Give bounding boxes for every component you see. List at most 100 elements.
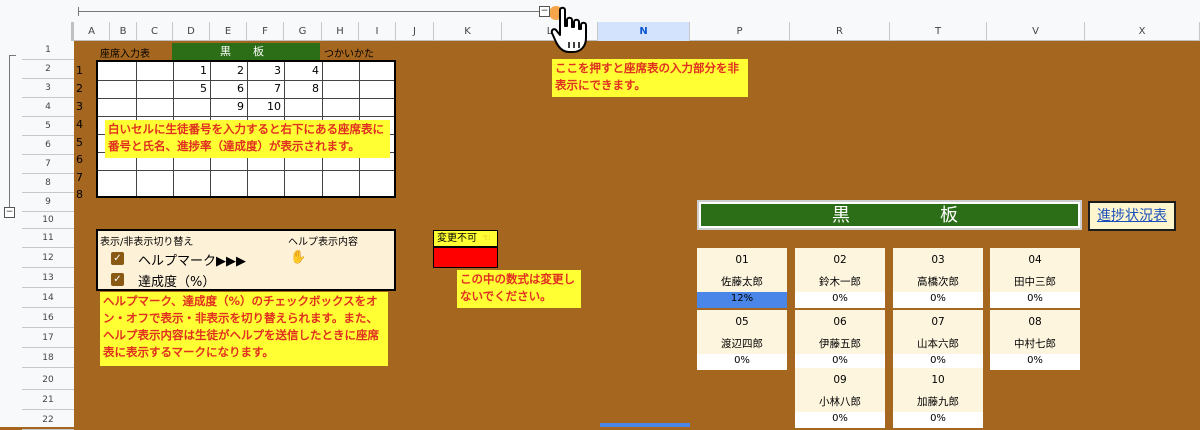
row-header-4[interactable]: 4 bbox=[22, 98, 74, 117]
seat-cell[interactable]: 4 bbox=[289, 64, 319, 77]
seat-cell[interactable]: 3 bbox=[251, 64, 281, 77]
row-header-9[interactable]: 9 bbox=[22, 193, 74, 212]
column-header-n[interactable]: N bbox=[598, 22, 690, 41]
blackboard-label: 黒 板 bbox=[832, 205, 958, 226]
seat-number: 07 bbox=[931, 316, 945, 328]
achievement-percent: 0% bbox=[832, 355, 848, 366]
student-name: 加藤九郎 bbox=[917, 396, 959, 408]
formula-warning-cell[interactable]: 変更不可 ☜ bbox=[433, 230, 498, 247]
seat-cell[interactable]: 8 bbox=[289, 82, 319, 95]
hand-icon: ☜ bbox=[482, 233, 491, 244]
student-name: 伊藤五郎 bbox=[819, 338, 861, 350]
seat-card[interactable]: 05 渡辺四郎 0% bbox=[697, 310, 787, 370]
seat-card[interactable]: 04 田中三郎 0% bbox=[990, 248, 1080, 308]
achievement-percent: 0% bbox=[1027, 293, 1043, 304]
seat-cell[interactable]: 9 bbox=[214, 100, 244, 113]
column-header-j[interactable]: J bbox=[396, 22, 434, 41]
seat-card[interactable]: 06 伊藤五郎 0% bbox=[795, 310, 885, 370]
row-group-collapse-button[interactable]: − bbox=[4, 207, 15, 218]
row-header-21[interactable]: 21 bbox=[22, 390, 74, 410]
row-header-14[interactable]: 14 bbox=[22, 288, 74, 308]
row-header-16[interactable]: 16 bbox=[22, 308, 74, 328]
row-header-2[interactable]: 2 bbox=[22, 60, 74, 79]
column-header-c[interactable]: C bbox=[137, 22, 173, 41]
howto-label: つかいかた bbox=[324, 49, 374, 60]
seat-row-number: 6 bbox=[76, 153, 83, 166]
row-header: 1 2 3 4 5 6 7 8 9 10 11 12 13 14 16 17 1… bbox=[0, 41, 74, 430]
achievement-percent: 0% bbox=[832, 413, 848, 424]
sheet-corner[interactable] bbox=[0, 22, 74, 41]
row-header-20[interactable]: 20 bbox=[22, 370, 74, 390]
seat-card[interactable]: 03 高橋次郎 0% bbox=[893, 248, 983, 308]
column-header-k[interactable]: K bbox=[434, 22, 502, 41]
seat-number: 10 bbox=[931, 374, 945, 386]
seat-number: 05 bbox=[735, 316, 749, 328]
row-header-10[interactable]: 10 bbox=[22, 212, 74, 229]
student-name: 中村七郎 bbox=[1014, 338, 1056, 350]
help-mark-label: ヘルプマーク▶▶▶ bbox=[138, 254, 246, 269]
column-header-h[interactable]: H bbox=[322, 22, 359, 41]
row-group-tick bbox=[9, 55, 16, 56]
column-header-t[interactable]: T bbox=[890, 22, 987, 41]
seat-card[interactable]: 02 鈴木一郎 0% bbox=[795, 248, 885, 308]
student-name: 渡辺四郎 bbox=[721, 338, 763, 350]
seat-card[interactable]: 08 中村七郎 0% bbox=[990, 310, 1080, 370]
help-mark-checkbox[interactable]: ✓ bbox=[111, 252, 124, 265]
seat-number: 06 bbox=[833, 316, 847, 328]
seat-cell[interactable]: 5 bbox=[177, 82, 207, 95]
column-header-e[interactable]: E bbox=[210, 22, 247, 41]
column-header-x[interactable]: X bbox=[1085, 22, 1200, 41]
column-header-g[interactable]: G bbox=[284, 22, 322, 41]
row-header-18[interactable]: 18 bbox=[22, 348, 74, 368]
row-header-11[interactable]: 11 bbox=[22, 229, 74, 248]
column-group-collapse-button[interactable]: − bbox=[539, 6, 550, 17]
achievement-percent: 0% bbox=[734, 355, 750, 366]
blackboard-header-cell[interactable]: 黒 板 bbox=[172, 43, 320, 60]
seat-card[interactable]: 01 佐藤太郎 12% bbox=[697, 248, 787, 308]
seat-cell[interactable]: 6 bbox=[214, 82, 244, 95]
row-header-6[interactable]: 6 bbox=[22, 136, 74, 155]
column-header-v[interactable]: V bbox=[987, 22, 1085, 41]
seat-cell[interactable]: 10 bbox=[251, 100, 281, 113]
column-header-a[interactable]: A bbox=[74, 22, 110, 41]
column-header-f[interactable]: F bbox=[247, 22, 284, 41]
seat-number: 09 bbox=[833, 374, 847, 386]
seat-number: 02 bbox=[833, 254, 847, 266]
row-header-22[interactable]: 22 bbox=[22, 410, 74, 430]
achievement-percent: 0% bbox=[832, 293, 848, 304]
column-header-b[interactable]: B bbox=[110, 22, 137, 41]
seat-cell[interactable]: 2 bbox=[214, 64, 244, 77]
row-header-13[interactable]: 13 bbox=[22, 268, 74, 288]
row-header-1[interactable]: 1 bbox=[22, 41, 74, 60]
help-display-label: ヘルプ表示内容 bbox=[288, 237, 358, 248]
column-header-p[interactable]: P bbox=[690, 22, 790, 41]
seat-card[interactable]: 09 小林八郎 0% bbox=[795, 368, 885, 428]
selected-cell-indicator bbox=[600, 423, 690, 427]
row-header-8[interactable]: 8 bbox=[22, 174, 74, 193]
row-header-12[interactable]: 12 bbox=[22, 248, 74, 268]
hand-pointer-cursor-icon bbox=[550, 6, 587, 53]
row-header-17[interactable]: 17 bbox=[22, 328, 74, 348]
column-header-i[interactable]: I bbox=[359, 22, 396, 41]
column-header-d[interactable]: D bbox=[173, 22, 210, 41]
seat-cell[interactable]: 7 bbox=[251, 82, 281, 95]
achievement-checkbox[interactable]: ✓ bbox=[111, 273, 124, 286]
row-header-5[interactable]: 5 bbox=[22, 117, 74, 136]
seat-number: 08 bbox=[1028, 316, 1042, 328]
seat-number: 04 bbox=[1028, 254, 1042, 266]
seat-row-number: 5 bbox=[76, 136, 83, 149]
seat-cell[interactable]: 1 bbox=[177, 64, 207, 77]
row-header-7[interactable]: 7 bbox=[22, 155, 74, 174]
toggle-panel: 表示/非表示切り替え ヘルプ表示内容 ✓ ヘルプマーク▶▶▶ ✋ ✓ 達成度（%… bbox=[96, 229, 396, 291]
progress-status-link[interactable]: 進捗状況表 bbox=[1088, 201, 1176, 231]
toggle-instruction-note: ヘルプマーク、達成度（%）のチェックボックスをオン・オフで表示・非表示を切り替え… bbox=[100, 292, 388, 366]
seat-card[interactable]: 07 山本六郎 0% bbox=[893, 310, 983, 370]
row-header-3[interactable]: 3 bbox=[22, 79, 74, 98]
seat-card[interactable]: 10 加藤九郎 0% bbox=[893, 368, 983, 428]
formula-cell[interactable] bbox=[433, 247, 498, 268]
achievement-label: 達成度（%） bbox=[138, 275, 216, 290]
achievement-percent: 0% bbox=[1027, 355, 1043, 366]
column-group-tick bbox=[78, 7, 79, 16]
blackboard[interactable]: 黒 板 bbox=[697, 200, 1082, 230]
column-header-r[interactable]: R bbox=[790, 22, 890, 41]
